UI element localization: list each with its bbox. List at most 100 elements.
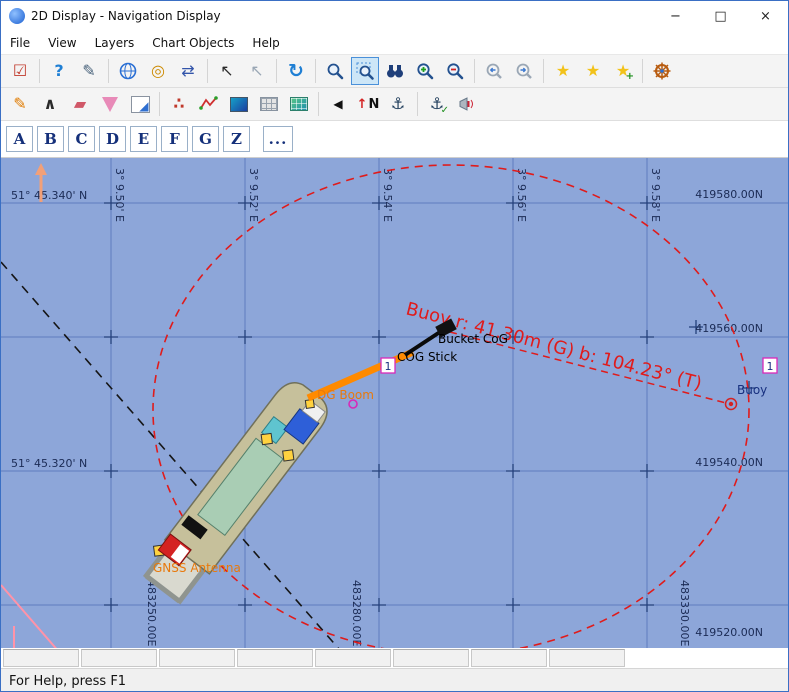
cursor-arrow-icon: ↖ [220, 63, 233, 79]
separator [108, 59, 109, 83]
profile-button[interactable]: ◢ [126, 90, 154, 118]
eraser-button[interactable]: ▰ [66, 90, 94, 118]
maximize-button[interactable]: □ [698, 1, 743, 31]
menu-item-chart-objects[interactable]: Chart Objects [143, 33, 243, 53]
event-marker-1[interactable]: 1 [381, 358, 395, 373]
status-panel [315, 649, 391, 667]
separator [474, 59, 475, 83]
event-marker-2[interactable]: 1 [763, 358, 777, 373]
separator [417, 92, 418, 116]
letter-button-g[interactable]: G [192, 126, 219, 152]
letter-button-more[interactable]: ... [263, 126, 293, 152]
refresh-icon: ↻ [288, 62, 304, 81]
zoom-out-icon [445, 61, 465, 81]
zoom-window-button[interactable] [351, 57, 379, 85]
anchor-watch-button[interactable]: ⚓ ✓ [423, 90, 451, 118]
letter-button-z[interactable]: Z [223, 126, 250, 152]
window-title: 2D Display - Navigation Display [31, 9, 221, 23]
deck-marker [283, 450, 294, 461]
favorite-button-2[interactable]: ★ [579, 57, 607, 85]
scatter-button[interactable]: ∴ [165, 90, 193, 118]
bucket-cog-label: Bucket CoG [438, 332, 508, 346]
letter-button-f[interactable]: F [161, 126, 188, 152]
menu-item-layers[interactable]: Layers [86, 33, 144, 53]
longitude-label: 3° 9.56' E [515, 168, 528, 222]
pencil-icon: ✎ [13, 96, 26, 112]
buoy-marker[interactable] [726, 399, 737, 410]
zoom-in-button[interactable] [411, 57, 439, 85]
status-panel [159, 649, 235, 667]
target-button[interactable]: ◎ [144, 57, 172, 85]
minimize-button[interactable]: − [653, 1, 698, 31]
flip-button[interactable]: ◀ [324, 90, 352, 118]
letter-button-a[interactable]: A [6, 126, 33, 152]
letter-button-c[interactable]: C [68, 126, 95, 152]
zoom-tool-button[interactable] [321, 57, 349, 85]
letter-button-d[interactable]: D [99, 126, 126, 152]
info-pointer-button[interactable]: ? [45, 57, 73, 85]
zoom-next-icon [514, 61, 534, 81]
chart-canvas[interactable]: 51° 45.340' N 51° 45.320' N 419580.00N 4… [1, 158, 789, 648]
anchor-button[interactable]: ⚓ [384, 90, 412, 118]
cone-button[interactable] [96, 90, 124, 118]
measure-pen-button[interactable]: ✎ [75, 57, 103, 85]
status-text: For Help, press F1 [9, 674, 126, 689]
eraser-icon: ▰ [74, 96, 86, 112]
zoom-next-button[interactable] [510, 57, 538, 85]
status-panel [81, 649, 157, 667]
link-points-button[interactable]: ⇄ [174, 57, 202, 85]
pan-cursor-button[interactable]: ↖ [243, 57, 271, 85]
menu-item-help[interactable]: Help [243, 33, 288, 53]
alarm-button[interactable] [453, 90, 481, 118]
north-arrow-icon: ↑ N [357, 97, 380, 112]
layer-check-button[interactable]: ☑ [6, 57, 34, 85]
close-button[interactable]: × [743, 1, 788, 31]
zoom-previous-icon [484, 61, 504, 81]
longitude-label: 3° 9.58' E [649, 168, 662, 222]
profile-curve-glyph: ◢ [139, 100, 148, 112]
divider-button[interactable]: ∧ [36, 90, 64, 118]
matrix-button[interactable] [285, 90, 313, 118]
star-icon: ★ [556, 63, 570, 79]
anchor-icon: ⚓ [391, 96, 405, 112]
pen-icon: ✎ [82, 63, 95, 79]
menu-bar: File View Layers Chart Objects Help [1, 31, 788, 55]
draw-tools-button[interactable]: ✎ [6, 90, 34, 118]
checklist-icon: ☑ [13, 63, 27, 79]
north-arrow-button[interactable]: ↑ N [354, 90, 382, 118]
north-up-glyph: ↑ [357, 97, 368, 112]
horn-icon [457, 94, 477, 114]
refresh-button[interactable]: ↻ [282, 57, 310, 85]
letter-button-b[interactable]: B [37, 126, 64, 152]
chart-area[interactable]: 51° 45.340' N 51° 45.320' N 419580.00N 4… [1, 158, 789, 648]
helm-button[interactable] [648, 57, 676, 85]
globe-button[interactable] [114, 57, 142, 85]
zoom-out-button[interactable] [441, 57, 469, 85]
north-n-glyph: N [369, 97, 380, 112]
letter-button-e[interactable]: E [130, 126, 157, 152]
deck-marker [261, 433, 272, 444]
favorite-add-button[interactable]: ★ + [609, 57, 637, 85]
star-icon-2: ★ [586, 63, 600, 79]
overview-button[interactable] [381, 57, 409, 85]
app-icon [9, 8, 25, 24]
profile-chart-icon: ◢ [131, 96, 150, 113]
gradient-icon [230, 97, 248, 112]
select-cursor-button[interactable]: ↖ [213, 57, 241, 85]
easting-label: 483330.00E [678, 580, 691, 646]
status-bar: For Help, press F1 [1, 668, 788, 692]
separator [543, 59, 544, 83]
info-cursor-icon: ? [54, 63, 63, 79]
favorite-button-1[interactable]: ★ [549, 57, 577, 85]
menu-item-view[interactable]: View [39, 33, 85, 53]
gradient-button[interactable] [225, 90, 253, 118]
range-circle [153, 165, 749, 648]
zoom-previous-button[interactable] [480, 57, 508, 85]
magnifier-icon [325, 61, 345, 81]
status-panel-row [1, 648, 788, 668]
zoom-in-icon [415, 61, 435, 81]
polyline-button[interactable] [195, 90, 223, 118]
title-bar: 2D Display - Navigation Display − □ × [1, 1, 788, 31]
menu-item-file[interactable]: File [1, 33, 39, 53]
grid-view-button[interactable] [255, 90, 283, 118]
